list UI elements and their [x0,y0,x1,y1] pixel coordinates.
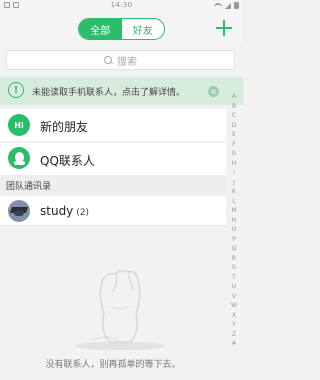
empty-state-text: 没有联系人，别再孤单的等下去。 [45,360,181,370]
index-letter[interactable]: V [232,292,236,302]
team-name-text: study [40,204,74,218]
section-header-team: 团队通讯录 [0,175,226,195]
index-letter[interactable]: U [232,282,236,292]
index-letter[interactable]: # [231,339,236,349]
index-letter[interactable]: Z [232,330,236,340]
wifi-icon [214,2,222,9]
index-letter[interactable]: P [232,235,236,245]
index-letter[interactable]: I [233,168,235,178]
index-letter[interactable]: L [232,197,235,207]
header: 全部 好友 [0,12,243,45]
notice-text: 未能读取手机联系人，点击了解详情。 [32,88,186,98]
search-icon [104,55,113,65]
empty-contacts-illustration [74,269,166,350]
index-letter[interactable]: S [232,263,236,273]
close-notice-button[interactable]: × [208,86,219,97]
index-letter[interactable]: W [231,301,237,311]
team-member-count: (2) [76,208,90,218]
list-item-team-study[interactable]: study (2) [0,196,226,226]
index-letter[interactable]: D [232,121,237,131]
index-letter[interactable]: O [232,225,237,235]
qq-penguin-icon [8,147,30,169]
index-letter[interactable]: G [232,149,237,159]
status-right-icons [214,2,239,9]
search-bar-container: 搜索 [0,45,243,75]
index-letter[interactable]: K [232,187,236,197]
index-letter[interactable]: J [233,178,235,188]
tab-friends[interactable]: 好友 [122,19,165,39]
battery-icon [234,2,239,9]
list-item-qq-contacts[interactable]: QQ联系人 [0,143,226,175]
list-item-new-friends[interactable]: Hi 新的朋友 [0,109,226,142]
graduation-cap-icon [8,200,30,222]
contact-filter-toggle: 全部 好友 [78,18,165,40]
status-time: 14:30 [110,1,133,9]
index-letter[interactable]: X [232,311,236,321]
status-bar: 14:30 [0,0,243,12]
index-letter[interactable]: M [231,206,236,216]
index-letter[interactable]: N [232,216,237,226]
index-letter[interactable]: H [232,159,237,169]
new-friends-icon: Hi [8,114,30,136]
index-letter[interactable]: C [232,111,236,121]
contacts-permission-notice[interactable]: ! 未能读取手机联系人，点击了解详情。 × [0,77,243,105]
search-input[interactable]: 搜索 [6,50,235,70]
qq-contacts-label: QQ联系人 [40,154,95,168]
exclamation-icon: ! [8,82,24,98]
new-friends-label: 新的朋友 [40,120,89,134]
index-letter[interactable]: F [232,140,235,150]
index-letter[interactable]: B [232,102,236,112]
index-letter[interactable]: A [232,92,236,102]
index-letter[interactable]: R [232,254,236,264]
team-name: study (2) [40,204,89,218]
index-letter[interactable]: Q [232,244,237,254]
add-contact-button[interactable] [214,18,234,38]
signal-icon [225,2,231,9]
index-letter[interactable]: E [232,130,236,140]
alphabet-index[interactable]: A B C D E F G H I J K L M N O P Q R S T U V W X Y Z # [228,92,240,349]
index-letter[interactable]: T [232,273,236,283]
index-letter[interactable]: Y [232,320,236,330]
section-title: 团队通讯录 [6,182,52,192]
search-placeholder: 搜索 [117,56,137,68]
tab-all[interactable]: 全部 [79,19,122,39]
